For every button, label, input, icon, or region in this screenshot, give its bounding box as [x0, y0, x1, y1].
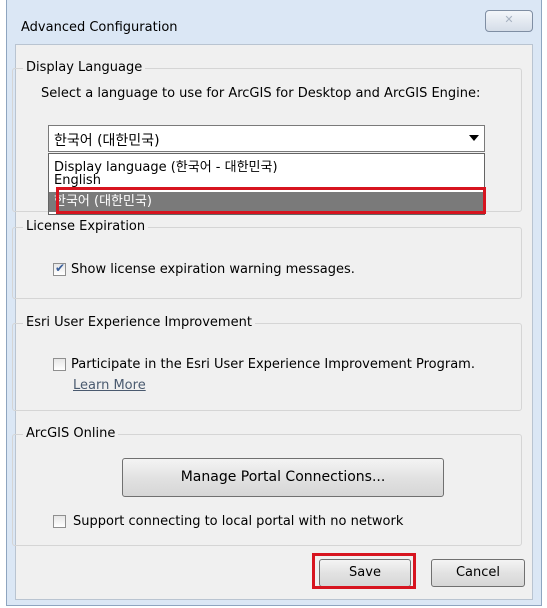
close-icon: ✕: [504, 13, 514, 26]
learn-more-link[interactable]: Learn More: [73, 378, 146, 393]
language-select-value: 한국어 (대한민국): [54, 133, 160, 149]
chevron-down-icon[interactable]: [469, 135, 479, 141]
language-option[interactable]: Display language (한국어 - 대한민국): [49, 156, 484, 175]
language-select[interactable]: 한국어 (대한민국): [48, 125, 485, 152]
uei-checkbox[interactable]: [53, 358, 66, 371]
display-language-legend: Display Language: [23, 60, 146, 75]
local-portal-label[interactable]: Support connecting to local portal with …: [73, 514, 403, 529]
save-highlight-frame: [312, 553, 416, 589]
cancel-button[interactable]: Cancel: [431, 559, 525, 587]
language-instruction: Select a language to use for ArcGIS for …: [41, 86, 481, 101]
language-option-highlight-frame: [56, 187, 486, 214]
license-expiration-legend: License Expiration: [23, 219, 149, 234]
manage-portal-connections-button[interactable]: Manage Portal Connections...: [122, 458, 444, 497]
license-warning-checkbox[interactable]: ✔: [53, 261, 66, 276]
title-bar[interactable]: Advanced Configuration ✕: [7, 0, 541, 44]
window-title: Advanced Configuration: [21, 20, 178, 35]
uei-label[interactable]: Participate in the Esri User Experience …: [71, 357, 475, 372]
check-mark-icon: ✔: [55, 261, 66, 275]
close-button[interactable]: ✕: [485, 10, 533, 32]
uei-legend: Esri User Experience Improvement: [23, 315, 255, 330]
license-warning-label[interactable]: Show license expiration warning messages…: [71, 262, 355, 277]
arcgis-online-legend: ArcGIS Online: [23, 426, 119, 441]
local-portal-checkbox[interactable]: [53, 515, 66, 528]
language-option[interactable]: English: [49, 174, 484, 188]
